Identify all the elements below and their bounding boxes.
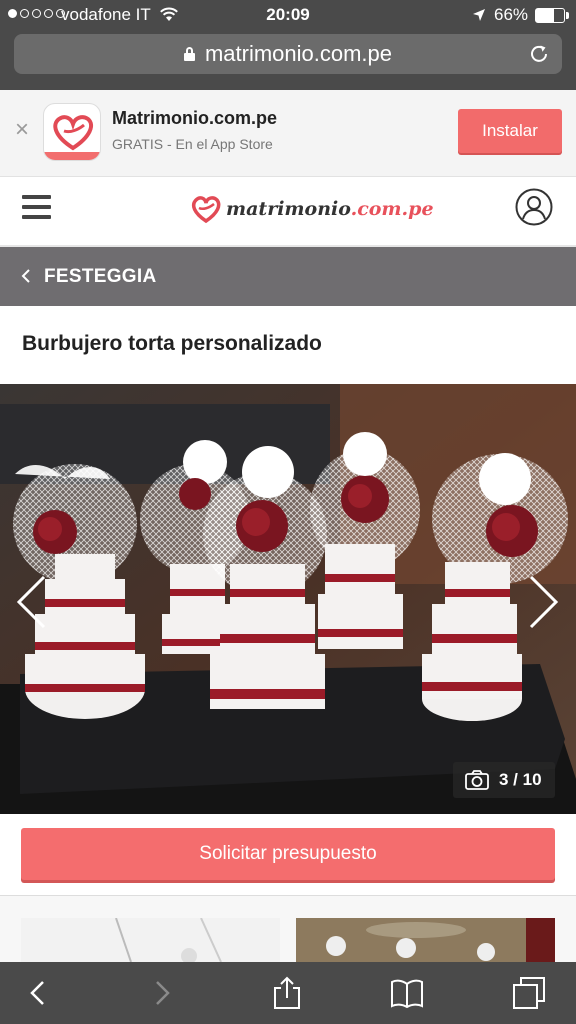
site-header: matrimonio.com.pe: [0, 177, 576, 247]
browser-toolbar: [0, 962, 576, 1024]
lock-icon: [183, 47, 195, 61]
hamburger-menu-icon[interactable]: [22, 195, 51, 219]
section-label: FESTEGGIA: [44, 266, 157, 287]
battery-icon: [535, 8, 565, 23]
photo-gallery[interactable]: 3 / 10: [0, 384, 576, 814]
app-banner: × Matrimonio.com.pe GRATIS - En el App S…: [0, 90, 576, 177]
photo-counter-text: 3 / 10: [499, 770, 542, 789]
arrow-right-icon[interactable]: [527, 574, 561, 630]
share-icon[interactable]: [270, 976, 304, 1010]
bookmarks-icon[interactable]: [390, 976, 424, 1010]
logo-text-main: matrimonio: [226, 198, 351, 220]
camera-icon: [465, 770, 489, 790]
browser-chrome: vodafone IT 20:09 66% matrimonio.com.pe: [0, 0, 576, 90]
battery-nub: [566, 12, 569, 19]
back-to-section[interactable]: FESTEGGIA: [0, 247, 576, 306]
url-text: matrimonio.com.pe: [204, 41, 393, 66]
related-thumbnails: [0, 896, 576, 962]
status-bar: vodafone IT 20:09 66%: [0, 0, 576, 30]
clock: 20:09: [266, 5, 310, 24]
mobile-page: vodafone IT 20:09 66% matrimonio.com.pe: [0, 0, 576, 1024]
thumbnail-2[interactable]: [296, 918, 555, 962]
gallery-photo: [0, 384, 576, 814]
chevron-left-icon: [21, 269, 30, 283]
page-title: Burbujero torta personalizado: [22, 332, 322, 355]
title-area: Burbujero torta personalizado: [0, 306, 576, 384]
back-icon[interactable]: [22, 976, 56, 1010]
logo-heart-icon: [192, 196, 221, 224]
battery-percentage: 66%: [494, 5, 529, 24]
reload-icon[interactable]: [528, 43, 550, 65]
request-quote-button[interactable]: Solicitar presupuesto: [21, 828, 555, 880]
user-icon[interactable]: [515, 188, 553, 226]
photo-counter: 3 / 10: [453, 762, 555, 798]
app-name: Matrimonio.com.pe: [112, 108, 278, 128]
site-logo[interactable]: matrimonio.com.pe: [190, 189, 434, 229]
arrow-left-icon[interactable]: [14, 574, 48, 630]
address-bar[interactable]: matrimonio.com.pe: [14, 34, 562, 74]
thumbnail-1[interactable]: [21, 918, 280, 962]
forward-icon[interactable]: [144, 976, 178, 1010]
cta-area: Solicitar presupuesto: [0, 814, 576, 896]
logo-text-domain: .com.pe: [350, 198, 434, 220]
app-store-subtitle: GRATIS - En el App Store: [112, 136, 273, 152]
app-icon: [43, 103, 101, 161]
close-icon[interactable]: ×: [12, 118, 32, 142]
logo-text: matrimonio.com.pe: [226, 198, 434, 220]
install-button[interactable]: Instalar: [458, 109, 562, 153]
location-arrow-icon: [473, 9, 485, 21]
tabs-icon[interactable]: [512, 976, 546, 1010]
